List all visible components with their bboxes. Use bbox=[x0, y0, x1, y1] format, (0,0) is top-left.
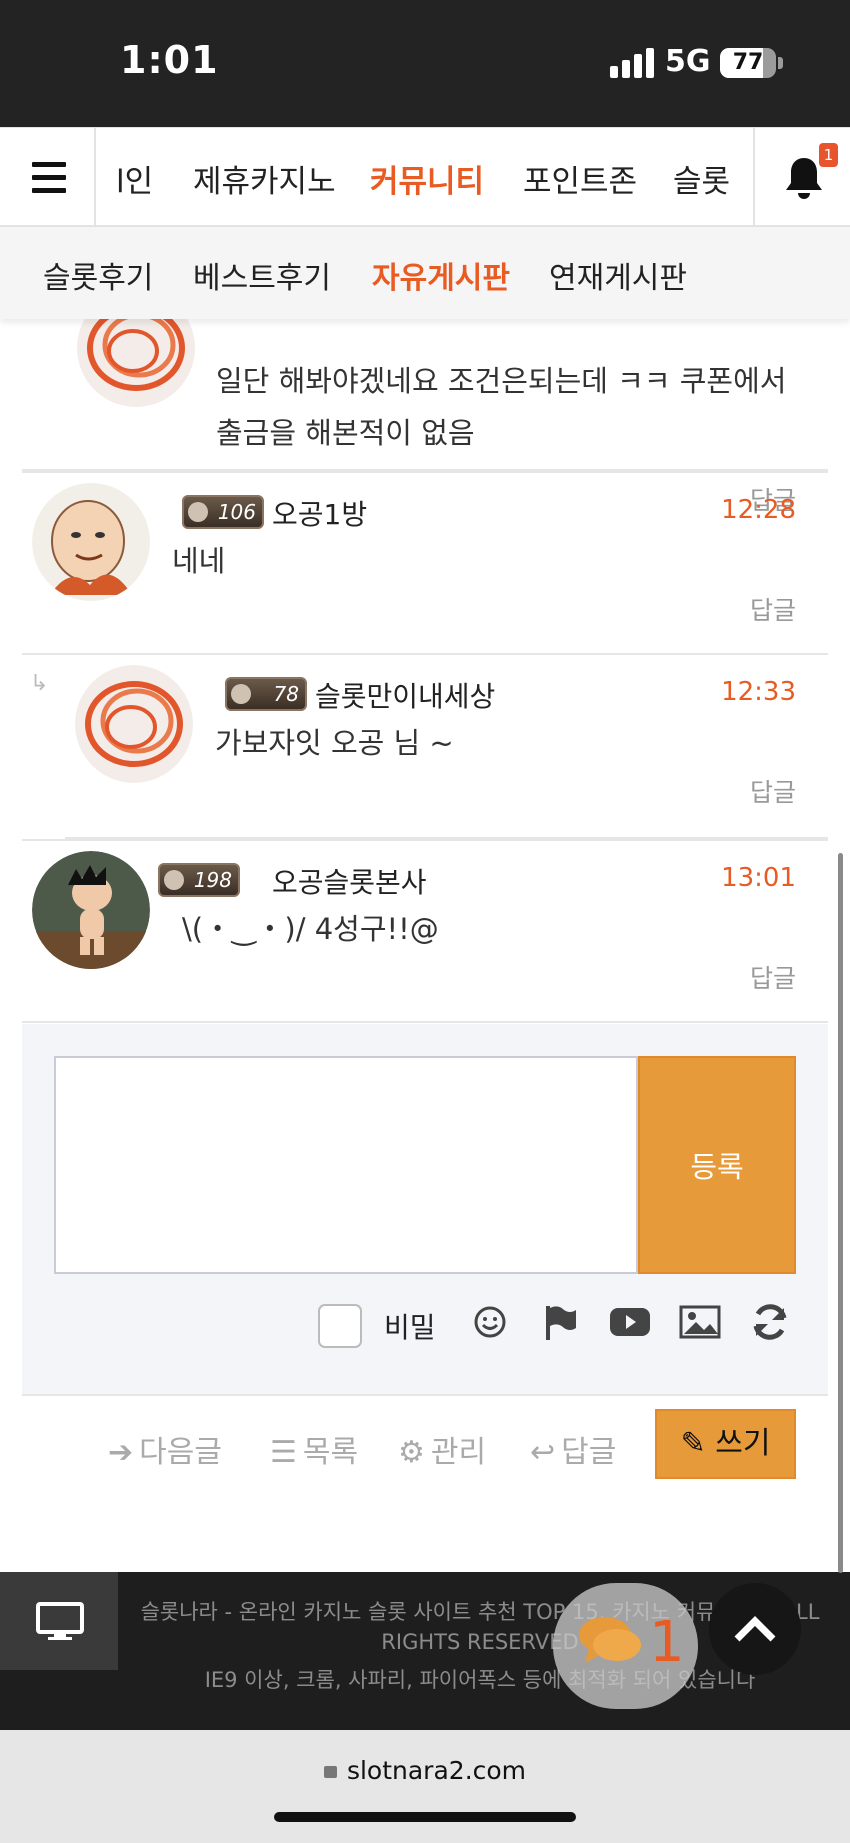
home-indicator[interactable] bbox=[274, 1812, 576, 1822]
subnav-serial-board[interactable]: 연재게시판 bbox=[549, 253, 687, 297]
comment-form: 등록 비밀 bbox=[22, 1024, 828, 1396]
pencil-icon: ✎ bbox=[680, 1426, 706, 1461]
comment-time: 12:28 bbox=[721, 495, 796, 525]
comment-item: 78 슬롯만이내세상 12:33 가보자잇 오공 님 ~ 답글 bbox=[65, 655, 828, 839]
nav-item-partner-casino[interactable]: 제휴카지노 bbox=[193, 156, 336, 201]
level-badge: 78 bbox=[225, 677, 307, 711]
reply-link[interactable]: 답글 bbox=[750, 591, 796, 627]
refresh-icon[interactable] bbox=[748, 1300, 792, 1344]
secret-checkbox[interactable] bbox=[318, 1304, 362, 1348]
reply-button[interactable]: ↩ 답글 bbox=[530, 1427, 616, 1471]
youtube-icon[interactable] bbox=[608, 1300, 652, 1344]
gear-icon: ⚙ bbox=[398, 1435, 425, 1470]
reply-link[interactable]: 답글 bbox=[750, 773, 796, 809]
list-button[interactable]: ☰ 목록 bbox=[270, 1427, 358, 1471]
sub-nav: 슬롯후기 베스트후기 자유게시판 연재게시판 bbox=[0, 227, 850, 319]
avatar bbox=[75, 665, 193, 783]
comment-author[interactable]: 슬롯만이내세상 bbox=[315, 675, 495, 715]
bell-icon bbox=[786, 158, 822, 199]
reply-label: 답글 bbox=[561, 1435, 617, 1470]
nav-item-login[interactable]: l인 bbox=[116, 156, 153, 201]
subnav-best-review[interactable]: 베스트후기 bbox=[193, 253, 331, 297]
signal-icon bbox=[610, 48, 656, 78]
menu-icon[interactable] bbox=[0, 128, 96, 226]
flag-icon[interactable] bbox=[538, 1300, 582, 1344]
chevron-up-icon bbox=[734, 1616, 776, 1642]
comment-time: 13:01 bbox=[721, 863, 796, 893]
reply-icon: ↩ bbox=[530, 1435, 556, 1470]
reply-link[interactable]: 답글 bbox=[750, 959, 796, 995]
notification-badge: 1 bbox=[819, 143, 838, 167]
main-nav-scroll[interactable]: l인 제휴카지노 커뮤니티 포인트존 슬롯 bbox=[98, 128, 753, 226]
comment-item: 198 오공슬롯본사 13:01 \(・‿・)/ 4성구!!@ 답글 bbox=[22, 839, 828, 1023]
manage-button[interactable]: ⚙ 관리 bbox=[398, 1427, 486, 1471]
comment-item: 106 오공1방 12:28 네네 답글 bbox=[22, 471, 828, 655]
url-text: slotnara2.com bbox=[346, 1756, 527, 1785]
comment-text-line2: 출금을 해본적이 없음 bbox=[216, 416, 475, 450]
level-badge: 106 bbox=[182, 495, 264, 529]
battery-nub bbox=[778, 57, 783, 69]
write-label: 쓰기 bbox=[715, 1426, 771, 1461]
reply-arrow-icon: ↳ bbox=[30, 671, 49, 696]
list-label: 목록 bbox=[302, 1435, 359, 1470]
lock-icon bbox=[323, 1766, 337, 1778]
comment-author[interactable]: 오공1방 bbox=[272, 493, 367, 533]
submit-button[interactable]: 등록 bbox=[638, 1056, 796, 1274]
chevron-circle-icon: ➔ bbox=[108, 1435, 134, 1470]
comment-text: \(・‿・)/ 4성구!!@ bbox=[182, 912, 439, 946]
browser-address-bar[interactable]: slotnara2.com bbox=[0, 1730, 850, 1843]
secret-label: 비밀 bbox=[384, 1311, 436, 1344]
nav-item-slot[interactable]: 슬롯 bbox=[673, 156, 730, 201]
level-badge: 198 bbox=[158, 863, 240, 897]
battery-icon: 77 bbox=[720, 48, 776, 78]
scroll-top-button[interactable] bbox=[709, 1583, 801, 1675]
chat-icon bbox=[579, 1617, 641, 1663]
comment-input[interactable] bbox=[54, 1056, 638, 1274]
scrollbar[interactable] bbox=[838, 853, 843, 1573]
status-time: 1:01 bbox=[120, 38, 219, 82]
next-post-label: 다음글 bbox=[139, 1435, 222, 1470]
avatar bbox=[32, 483, 150, 601]
main-nav: l인 제휴카지노 커뮤니티 포인트존 슬롯 bbox=[0, 127, 850, 227]
pc-version-button[interactable] bbox=[0, 1572, 118, 1670]
write-button[interactable]: ✎ 쓰기 bbox=[655, 1409, 796, 1479]
comment-author[interactable]: 오공슬롯본사 bbox=[272, 861, 427, 901]
subnav-slot-review[interactable]: 슬롯후기 bbox=[43, 253, 153, 297]
manage-label: 관리 bbox=[430, 1435, 487, 1470]
comment-time: 12:33 bbox=[721, 677, 796, 707]
avatar bbox=[32, 851, 150, 969]
emoji-icon[interactable] bbox=[468, 1300, 512, 1344]
status-bar: 1:01 5G 77 bbox=[0, 0, 850, 127]
chat-count: 1 bbox=[649, 1610, 685, 1675]
image-icon[interactable] bbox=[678, 1300, 722, 1344]
nav-item-point-zone[interactable]: 포인트존 bbox=[523, 156, 637, 201]
subnav-free-board[interactable]: 자유게시판 bbox=[372, 253, 510, 297]
comment-text: 네네 bbox=[172, 544, 226, 578]
desktop-icon bbox=[36, 1602, 84, 1640]
comment-text: 가보자잇 오공 님 ~ bbox=[215, 726, 454, 760]
comment-list: 일단 해봐야겠네요 조건은되는데 ㅋㅋ 쿠폰에서 출금을 해본적이 없음 답글 … bbox=[0, 319, 850, 1572]
battery-level: 77 bbox=[732, 50, 764, 75]
avatar bbox=[77, 319, 195, 407]
comment-item: 일단 해봐야겠네요 조건은되는데 ㅋㅋ 쿠폰에서 출금을 해본적이 없음 답글 bbox=[22, 319, 828, 515]
network-type: 5G bbox=[665, 44, 711, 79]
list-icon: ☰ bbox=[270, 1435, 297, 1470]
next-post-button[interactable]: ➔ 다음글 bbox=[108, 1427, 222, 1471]
nav-item-community[interactable]: 커뮤니티 bbox=[370, 156, 484, 201]
comment-text: 일단 해봐야겠네요 조건은되는데 ㅋㅋ 쿠폰에서 bbox=[216, 364, 787, 398]
